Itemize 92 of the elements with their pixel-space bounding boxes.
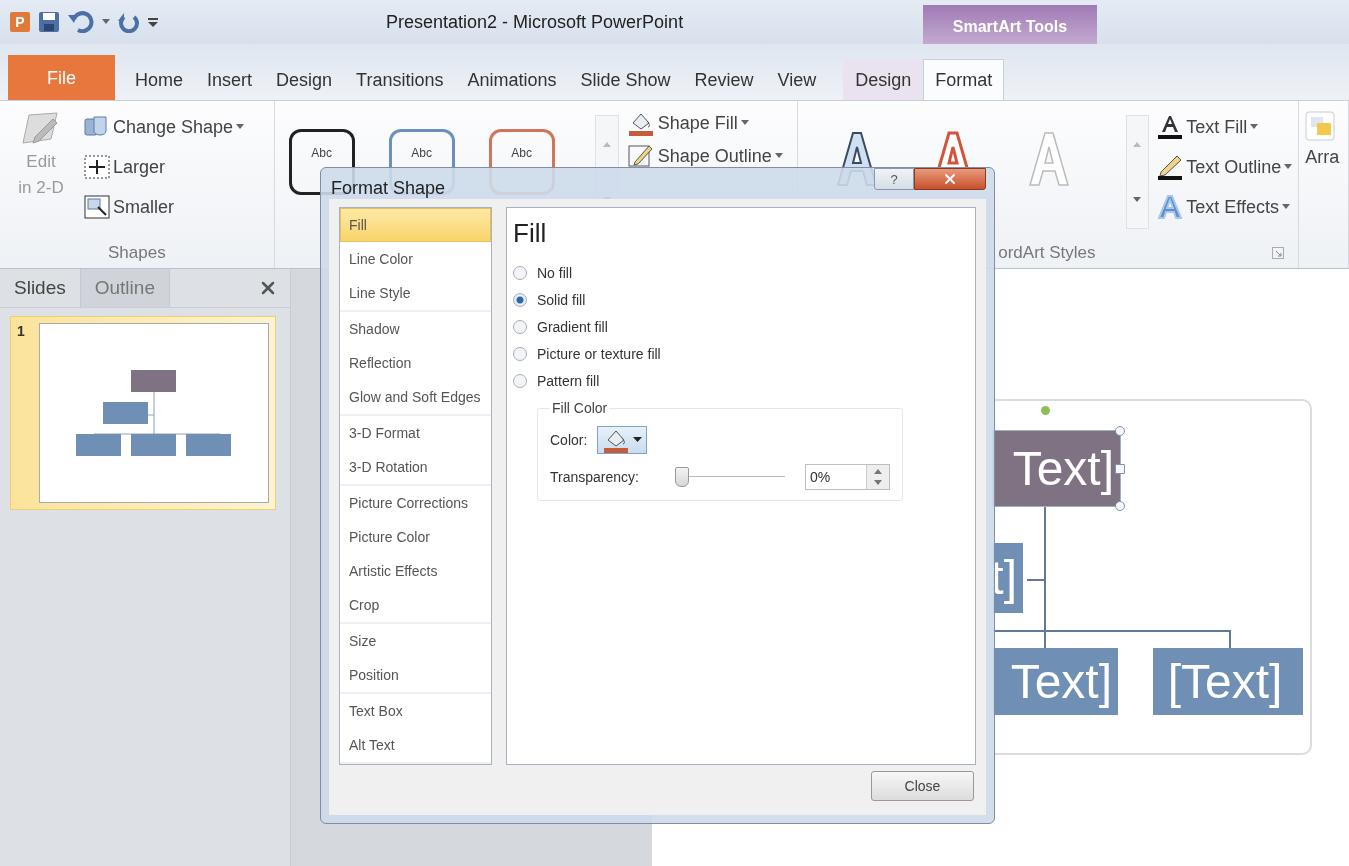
category-item[interactable]: 3-D Format <box>340 416 491 450</box>
transparency-spinner[interactable]: 0% <box>804 464 890 490</box>
category-item[interactable]: Alt Text <box>340 728 491 762</box>
category-item[interactable]: Crop <box>340 588 491 622</box>
caret-icon <box>740 120 749 126</box>
radio-label[interactable]: Picture or texture fill <box>537 345 661 362</box>
shrink-icon <box>84 195 110 219</box>
caret-icon <box>236 124 245 130</box>
ribbon-tab[interactable]: Home <box>123 59 196 100</box>
category-item[interactable]: Line Style <box>340 276 491 310</box>
redo-icon[interactable] <box>118 11 140 33</box>
caret-icon <box>102 19 110 25</box>
category-item[interactable]: Line Color <box>340 242 491 276</box>
radio-button[interactable] <box>513 319 527 334</box>
resize-handle[interactable] <box>1115 463 1125 474</box>
close-icon <box>942 171 958 187</box>
ribbon-tab[interactable]: Design <box>843 59 924 100</box>
help-button[interactable]: ? <box>874 168 914 190</box>
group-label: Shapes <box>107 242 167 264</box>
customize-toolbar-icon[interactable] <box>148 16 158 28</box>
caret-icon <box>1281 204 1290 210</box>
ribbon-tab[interactable]: Animations <box>455 59 569 100</box>
ribbon-tab[interactable]: Format <box>923 59 1005 100</box>
slider-thumb[interactable] <box>674 467 689 487</box>
text-fill-button[interactable]: Text Fill <box>1157 109 1293 145</box>
org-chart-node <box>131 370 176 392</box>
transparency-slider[interactable] <box>674 467 785 487</box>
pencil-icon <box>626 142 655 170</box>
close-button[interactable]: Close <box>871 771 974 801</box>
caret-icon <box>633 437 643 443</box>
radio-label[interactable]: Gradient fill <box>537 318 608 335</box>
caret-icon <box>774 153 783 159</box>
category-item[interactable]: Glow and Soft Edges <box>340 380 491 414</box>
transparency-label: Transparency: <box>550 469 639 485</box>
org-chart-node <box>186 434 231 456</box>
shape-outline-button[interactable]: Shape Outline <box>626 141 783 171</box>
radio-label[interactable]: No fill <box>537 264 572 281</box>
ribbon-tab[interactable]: Design <box>264 59 345 100</box>
category-item[interactable]: Position <box>340 658 491 692</box>
resize-handle[interactable] <box>1115 426 1125 436</box>
category-item[interactable]: 3-D Rotation <box>340 450 491 484</box>
resize-handle[interactable] <box>1115 501 1125 511</box>
dialog-launcher-icon[interactable] <box>1272 247 1285 259</box>
category-item[interactable]: Fill <box>340 208 491 242</box>
text-effects-button[interactable]: Text Effects <box>1157 189 1293 225</box>
radio-button[interactable] <box>513 373 527 388</box>
pencil-icon <box>1157 154 1184 180</box>
ribbon-tab[interactable]: Slide Show <box>568 59 683 100</box>
caret-icon <box>1250 124 1259 130</box>
shape-fill-button[interactable]: Shape Fill <box>626 105 783 141</box>
enlarge-icon <box>84 155 110 179</box>
category-item[interactable]: Artistic Effects <box>340 554 491 588</box>
color-label: Color: <box>550 432 588 448</box>
change-shape-button[interactable]: Change Shape <box>84 109 245 145</box>
category-item[interactable]: Size <box>340 624 491 658</box>
slide-number: 1 <box>17 323 26 341</box>
org-chart-node <box>76 434 121 456</box>
pane-heading: Fill <box>513 218 548 249</box>
radio-label[interactable]: Pattern fill <box>537 372 600 389</box>
glowing-letter-icon <box>1157 194 1184 220</box>
ribbon-tab[interactable]: Insert <box>195 59 265 100</box>
larger-button[interactable]: Larger <box>84 149 245 185</box>
category-item[interactable]: Reflection <box>340 346 491 380</box>
arrange-label[interactable]: Arra <box>1305 147 1340 168</box>
category-item[interactable]: Picture Color <box>340 520 491 554</box>
org-chart-node <box>131 434 176 456</box>
org-chart-node <box>103 402 148 424</box>
caret-icon <box>1284 164 1293 170</box>
radio-button[interactable] <box>513 292 527 307</box>
color-picker-button[interactable] <box>597 426 648 454</box>
category-item[interactable]: Text Box <box>340 694 491 728</box>
shapes-icon <box>84 115 110 139</box>
close-button[interactable] <box>914 168 986 190</box>
group-label: ordArt Styles <box>997 242 1097 264</box>
slide-thumbnail-item[interactable]: 1 <box>10 316 276 510</box>
radio-label[interactable]: Solid fill <box>537 291 586 308</box>
category-item[interactable]: Picture Corrections <box>340 486 491 520</box>
window-title: Presentation2 - Microsoft PowerPoint <box>385 11 685 33</box>
save-icon[interactable] <box>38 11 60 33</box>
undo-icon[interactable] <box>68 11 94 33</box>
smartart-text-node[interactable]: Text] <box>993 431 1120 506</box>
text-color-icon <box>1157 114 1184 140</box>
ribbon-tab[interactable]: Transitions <box>344 59 456 100</box>
smaller-button[interactable]: Smaller <box>84 189 245 225</box>
text-outline-button[interactable]: Text Outline <box>1157 149 1293 185</box>
ribbon-tab[interactable]: Review <box>682 59 766 100</box>
radio-button[interactable] <box>513 265 527 280</box>
ribbon-tab[interactable]: View <box>765 59 829 100</box>
category-item[interactable]: Shadow <box>340 312 491 346</box>
radio-button[interactable] <box>513 346 527 361</box>
group-legend: Fill Color <box>550 400 610 416</box>
rotation-handle[interactable] <box>1041 406 1050 415</box>
